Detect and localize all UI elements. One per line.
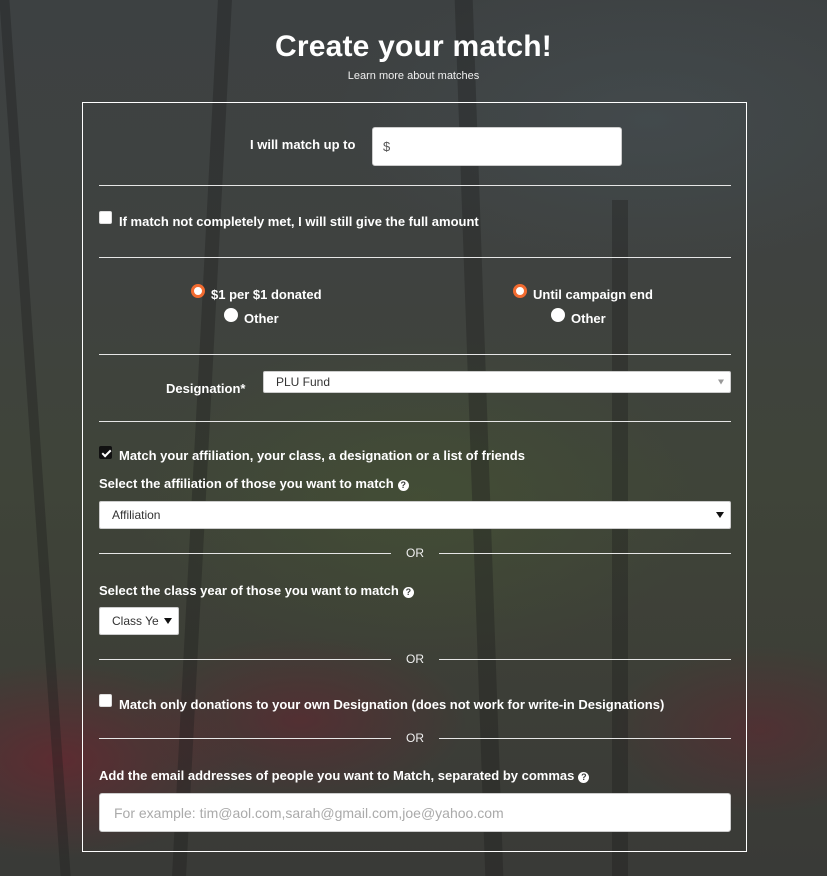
ratio-radio-other[interactable] (224, 308, 238, 322)
affiliation-label-text: Select the affiliation of those you want… (99, 476, 394, 491)
match-amount-input[interactable] (372, 127, 622, 166)
ratio-radio-dollar-per-dollar[interactable] (191, 284, 205, 298)
or-separator: OR (99, 731, 731, 745)
full-amount-checkbox[interactable] (99, 211, 112, 224)
affiliation-label: Select the affiliation of those you want… (99, 476, 409, 491)
help-icon[interactable]: ? (578, 772, 590, 783)
affiliation-select[interactable]: Affiliation (99, 501, 731, 529)
ratio-option-label: Other (244, 311, 279, 326)
or-separator: OR (99, 546, 731, 560)
match-targets-label: Match your affiliation, your class, a de… (119, 448, 525, 463)
own-designation-checkbox[interactable] (99, 694, 112, 707)
designation-selected-value: PLU Fund (276, 375, 331, 389)
divider (439, 553, 731, 554)
duration-option-label: Other (571, 311, 606, 326)
emails-input[interactable] (99, 793, 731, 832)
divider (99, 257, 731, 258)
match-form: I will match up to If match not complete… (82, 102, 747, 852)
emails-label-text: Add the email addresses of people you wa… (99, 768, 575, 783)
chevron-down-icon (164, 618, 172, 624)
or-label: OR (406, 546, 424, 560)
full-amount-label: If match not completely met, I will stil… (119, 214, 479, 229)
duration-option-label: Until campaign end (533, 287, 653, 302)
learn-more-link[interactable]: Learn more about matches (0, 70, 827, 82)
divider (99, 421, 731, 422)
help-icon[interactable]: ? (402, 587, 414, 598)
divider (99, 738, 391, 739)
chevron-down-icon (716, 512, 724, 518)
class-year-label: Select the class year of those you want … (99, 583, 414, 598)
chevron-down-icon (718, 379, 724, 385)
duration-radio-campaign-end[interactable] (513, 284, 527, 298)
emails-label: Add the email addresses of people you wa… (99, 768, 590, 783)
class-year-select[interactable]: Class Ye (99, 607, 179, 635)
background-tree (0, 0, 71, 876)
divider (439, 659, 731, 660)
page-title: Create your match! (274, 30, 552, 63)
divider (99, 659, 391, 660)
help-icon[interactable]: ? (397, 480, 409, 491)
class-year-label-text: Select the class year of those you want … (99, 583, 399, 598)
match-targets-checkbox[interactable] (99, 446, 112, 459)
divider (99, 553, 391, 554)
affiliation-selected-value: Affiliation (112, 508, 161, 522)
own-designation-label: Match only donations to your own Designa… (119, 697, 665, 712)
or-label: OR (406, 731, 424, 745)
ratio-option-label: $1 per $1 donated (211, 287, 322, 302)
or-label: OR (406, 652, 424, 666)
class-year-selected-value: Class Ye (112, 614, 159, 628)
designation-select[interactable]: PLU Fund (263, 371, 731, 393)
divider (99, 354, 731, 355)
divider (439, 738, 731, 739)
match-amount-label: I will match up to (250, 137, 356, 152)
designation-label: Designation* (166, 381, 246, 396)
divider (99, 185, 731, 186)
or-separator: OR (99, 652, 731, 666)
duration-radio-other[interactable] (551, 308, 565, 322)
